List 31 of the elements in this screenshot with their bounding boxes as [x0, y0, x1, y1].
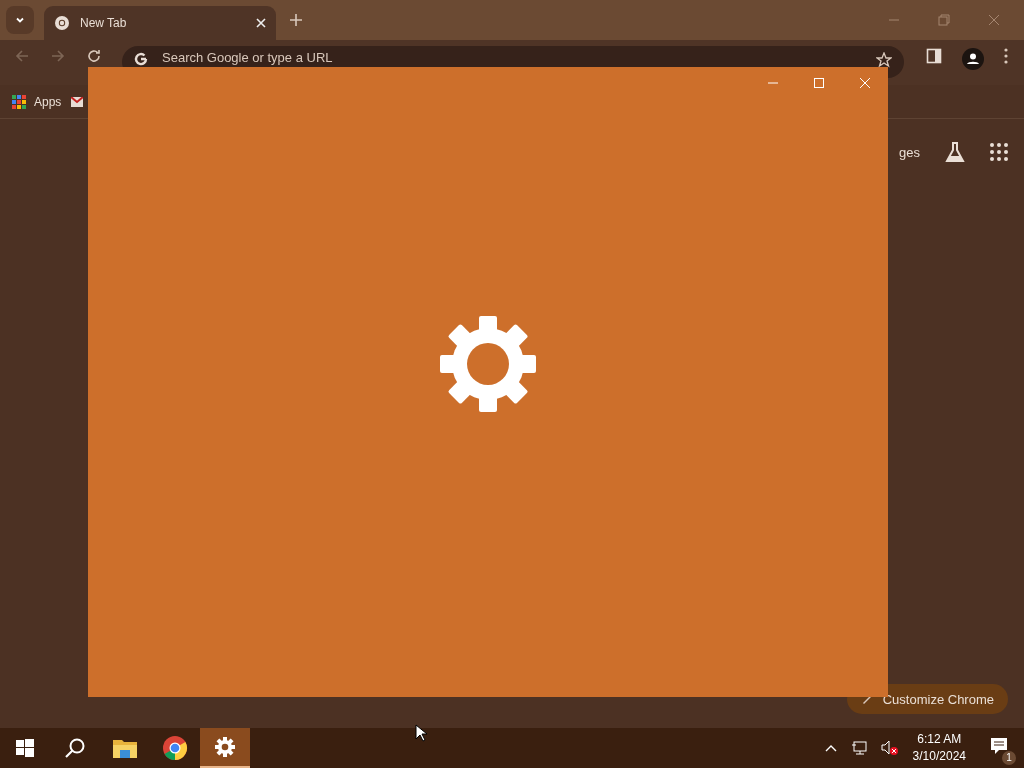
gear-icon [439, 315, 537, 413]
notification-icon[interactable] [990, 737, 1008, 755]
notification-count: 1 [1002, 751, 1016, 765]
browser-tab[interactable]: New Tab [44, 6, 276, 40]
images-link[interactable]: ges [899, 144, 920, 160]
windows-logo-icon [16, 739, 34, 757]
maximize-icon[interactable] [813, 77, 825, 89]
folder-icon [113, 738, 137, 758]
settings-taskbar-button[interactable] [200, 728, 250, 768]
speaker-icon[interactable] [880, 740, 899, 756]
clock-time: 6:12 AM [917, 731, 962, 748]
mail-icon[interactable] [71, 96, 84, 107]
gear-icon [215, 737, 235, 757]
reload-icon[interactable] [86, 48, 102, 64]
search-icon [64, 737, 86, 759]
side-panel-icon[interactable] [926, 48, 942, 64]
menu-icon[interactable] [1004, 48, 1008, 64]
google-icon [134, 52, 148, 66]
tab-search-button[interactable] [6, 6, 34, 34]
mouse-cursor-icon [415, 724, 427, 742]
apps-grid-icon[interactable] [990, 143, 1008, 161]
network-icon[interactable] [850, 741, 867, 755]
chevron-up-icon[interactable] [824, 744, 837, 752]
new-tab-icon[interactable] [290, 14, 302, 26]
flask-icon[interactable] [944, 141, 966, 163]
bookmark-item[interactable]: Apps [12, 94, 62, 109]
chrome-logo-icon [162, 735, 188, 761]
apps-grid-icon [12, 94, 26, 109]
star-icon[interactable] [876, 52, 892, 68]
profile-icon[interactable] [962, 48, 984, 70]
clock-date: 3/10/2024 [912, 748, 966, 765]
